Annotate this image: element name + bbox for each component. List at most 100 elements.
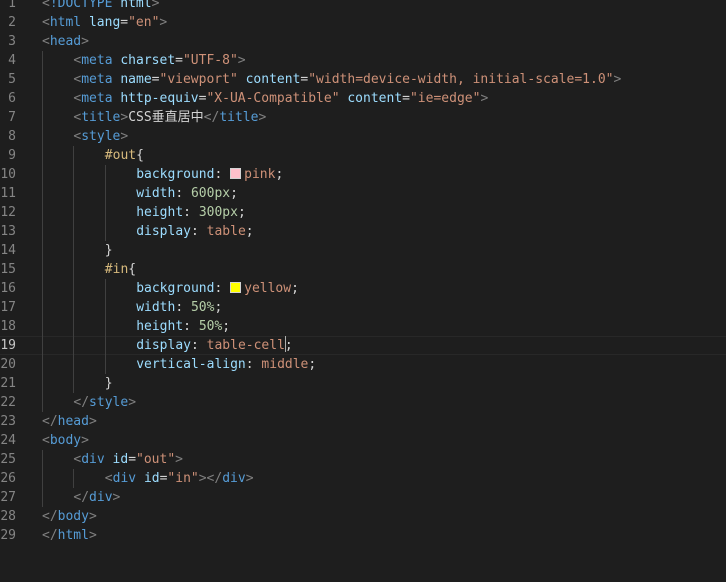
line-text[interactable]: </style> [73,393,136,412]
code-line[interactable]: 2 <html lang="en"> [0,13,726,32]
code-token-bracket: </ [73,490,90,505]
code-line[interactable]: 16 background: yellow; [0,279,726,298]
code-line[interactable]: 7 <title>CSS垂直居中</title> [0,108,726,127]
indent-guide [104,355,106,374]
line-number: 10 [0,167,16,182]
code-token-prop: background [136,167,215,182]
line-text[interactable]: vertical-align: middle; [136,355,316,374]
code-line[interactable]: 20 vertical-align: middle; [0,355,726,374]
line-text[interactable]: <head> [42,32,89,51]
code-line[interactable]: 21} [0,374,726,393]
line-number: 29 [0,528,16,543]
code-lines[interactable]: 1 <!DOCTYPE html> 2 <html lang="en"> 3 <head>… [0,0,726,545]
line-text[interactable]: height: 50%; [136,317,230,336]
line-text[interactable]: </div> [73,488,120,507]
line-text[interactable]: #out{ [105,146,144,165]
code-line[interactable]: 17 width: 50%; [0,298,726,317]
line-text[interactable]: <div id="out"> [73,450,183,469]
line-text[interactable]: <style> [73,127,128,146]
code-line[interactable]: 4 <meta charset="UTF-8"> [0,51,726,70]
line-number: 9 [8,148,16,163]
line-text[interactable]: <title>CSS垂直居中</title> [73,108,266,127]
line-text[interactable]: <!DOCTYPE html> [42,0,159,13]
line-number: 5 [8,72,16,87]
line-text[interactable]: height: 300px; [136,203,246,222]
line-text[interactable]: display: table-cell; [136,336,293,355]
code-line[interactable]: 19 display: table-cell; [0,336,726,355]
line-text[interactable]: #in{ [105,260,136,279]
code-token-str: "width=device-width, initial-scale=1.0" [308,72,614,87]
code-line[interactable]: 12 height: 300px; [0,203,726,222]
code-line[interactable]: 15 #in{ [0,260,726,279]
code-line[interactable]: 6 <meta http-equiv="X-UA-Compatible" cont… [0,89,726,108]
code-line[interactable]: 1 <!DOCTYPE html> [0,0,726,13]
color-swatch-icon[interactable] [230,282,242,293]
code-line[interactable]: 26 <div id="in"></div> [0,469,726,488]
indent-guide [73,355,75,374]
code-line[interactable]: 28 </body> [0,507,726,526]
code-token-str: "viewport" [159,72,238,87]
code-line[interactable]: 29 </html> [0,526,726,545]
code-line[interactable]: 23 </head> [0,412,726,431]
code-line[interactable]: 27 </div> [0,488,726,507]
code-line[interactable]: 11 width: 600px; [0,184,726,203]
line-number: 21 [0,376,16,391]
code-line[interactable]: 24 <body> [0,431,726,450]
code-editor[interactable]: 1 <!DOCTYPE html> 2 <html lang="en"> 3 <head>… [0,0,726,582]
line-number: 17 [0,300,16,315]
code-token-text: CSS垂直居中 [128,110,204,125]
line-text[interactable]: </body> [42,507,97,526]
code-line[interactable]: 10 background: pink; [0,165,726,184]
line-text[interactable]: background: pink; [136,165,283,184]
code-token-punc: ; [291,281,299,296]
code-token-val: pink [244,167,276,182]
line-text[interactable]: </html> [42,526,97,545]
indent-guide [42,203,43,222]
code-token-tag: title [81,110,121,125]
code-token-punc: : [190,338,207,353]
line-number: 1 [8,0,16,11]
code-line[interactable]: 8 <style> [0,127,726,146]
line-number: 14 [0,243,16,258]
code-line[interactable]: 22 </style> [0,393,726,412]
code-line[interactable]: 18 height: 50%; [0,317,726,336]
indent-guide [42,146,43,165]
line-text[interactable]: } [105,241,113,260]
line-text[interactable]: <meta http-equiv="X-UA-Compatible" conte… [73,89,488,108]
code-line[interactable]: 5 <meta name="viewport" content="width=de… [0,70,726,89]
indent-guide [73,298,75,317]
indent-guide [42,108,43,127]
code-token-bracket: </ [73,395,90,410]
line-text[interactable]: </head> [42,412,97,431]
line-text[interactable]: width: 600px; [136,184,238,203]
line-text[interactable]: background: yellow; [136,279,299,298]
code-line[interactable]: 25 <div id="out"> [0,450,726,469]
line-text[interactable]: } [105,374,113,393]
code-line[interactable]: 3 <head> [0,32,726,51]
code-token-text: = [151,72,160,87]
line-text[interactable]: <div id="in"></div> [105,469,254,488]
code-token-tag: !DOCTYPE [49,0,113,11]
code-token-text: = [128,452,137,467]
line-text[interactable]: <html lang="en"> [42,13,167,32]
code-token-punc: { [128,262,137,277]
line-text[interactable]: <meta name="viewport" content="width=dev… [73,70,621,89]
code-token-bracket: > [245,471,254,486]
line-text[interactable]: <meta charset="UTF-8"> [73,51,245,70]
code-token-bracket: ></ [198,471,223,486]
code-line[interactable]: 13 display: table; [0,222,726,241]
code-token-tag: meta [81,53,113,68]
line-number: 26 [0,471,16,486]
code-line[interactable]: 9 #out{ [0,146,726,165]
code-token-bracket: < [104,471,113,486]
color-swatch-icon[interactable] [230,168,242,179]
code-token-bracket: > [88,414,97,429]
line-text[interactable]: <body> [42,431,89,450]
line-text[interactable]: width: 50%; [136,298,222,317]
code-token-tag: meta [81,72,113,87]
indent-guide [42,89,43,108]
indent-guide [104,184,106,203]
code-token-bracket: > [81,433,89,448]
code-line[interactable]: 14} [0,241,726,260]
line-text[interactable]: display: table; [136,222,253,241]
